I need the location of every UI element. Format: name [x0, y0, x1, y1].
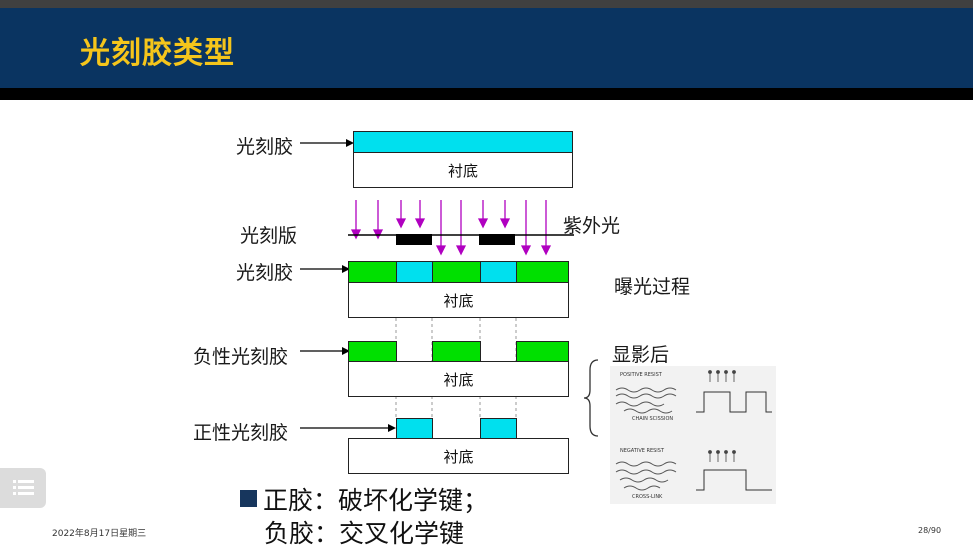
mask-label: 光刻版 [240, 225, 298, 247]
photoresist-layer [353, 131, 573, 153]
menu-icon [13, 480, 34, 495]
substrate-2: 衬底 [348, 282, 569, 318]
exposed-resist-green-2 [432, 261, 481, 283]
uv-light-arrows [348, 200, 574, 256]
negative-resist-block-2 [432, 341, 481, 362]
pointer-arrow-1 [300, 139, 354, 147]
pointer-arrow-2 [300, 265, 350, 273]
positive-resist-block-2 [480, 418, 517, 439]
positive-resist-title: POSITIVE RESIST [620, 372, 663, 378]
exposed-resist-cyan-1 [396, 261, 433, 283]
cross-link-text: CROSS-LINK [632, 494, 663, 500]
bullet-square-icon [240, 490, 257, 507]
bullet-negative-text: 负胶：交叉化学键 [264, 519, 465, 548]
exposed-resist-green-1 [348, 261, 397, 283]
bullet-negative: 负胶：交叉化学键 [264, 514, 464, 550]
negative-resist-block-3 [516, 341, 569, 362]
pointer-arrow-3 [300, 347, 350, 355]
negative-resist-block-1 [348, 341, 397, 362]
substrate-label-3: 衬底 [443, 370, 474, 389]
header-underline [0, 88, 973, 100]
substrate-3: 衬底 [348, 361, 569, 397]
substrate-label-2: 衬底 [443, 291, 474, 310]
footer-date: 2022年8月17日星期三 [52, 529, 147, 539]
brace [583, 359, 599, 437]
slide-menu-button[interactable] [0, 468, 46, 508]
pointer-arrow-4 [300, 424, 396, 432]
after-develop-label: 显影后 [612, 344, 670, 366]
bullet-positive-text: 正胶：破坏化学键； [263, 486, 489, 515]
exposed-resist-green-3 [516, 261, 569, 283]
slide-header: 光刻胶类型 [0, 8, 973, 88]
slide-title: 光刻胶类型 [80, 36, 235, 71]
negative-resist-label: 负性光刻胶 [193, 346, 289, 368]
substrate-label-4: 衬底 [443, 447, 474, 466]
top-strip [0, 0, 973, 8]
chain-scission-text: CHAIN SCISSION [632, 416, 673, 422]
photoresist-label-2: 光刻胶 [236, 262, 294, 284]
resist-mechanism-figure: POSITIVE RESIST CHAIN SCISSION NEGATIVE … [610, 366, 776, 504]
exposed-resist-cyan-2 [480, 261, 517, 283]
positive-resist-block-1 [396, 418, 433, 439]
page-number: 28/90 [918, 526, 942, 535]
substrate-1: 衬底 [353, 152, 573, 188]
exposure-label: 曝光过程 [614, 276, 691, 298]
photoresist-label-1: 光刻胶 [236, 136, 294, 158]
uv-label: 紫外光 [563, 215, 621, 237]
bullet-positive: 正胶：破坏化学键； [240, 481, 488, 517]
substrate-label-1: 衬底 [447, 161, 478, 180]
negative-resist-title: NEGATIVE RESIST [620, 448, 665, 454]
substrate-4: 衬底 [348, 438, 569, 474]
positive-resist-label: 正性光刻胶 [193, 422, 289, 444]
